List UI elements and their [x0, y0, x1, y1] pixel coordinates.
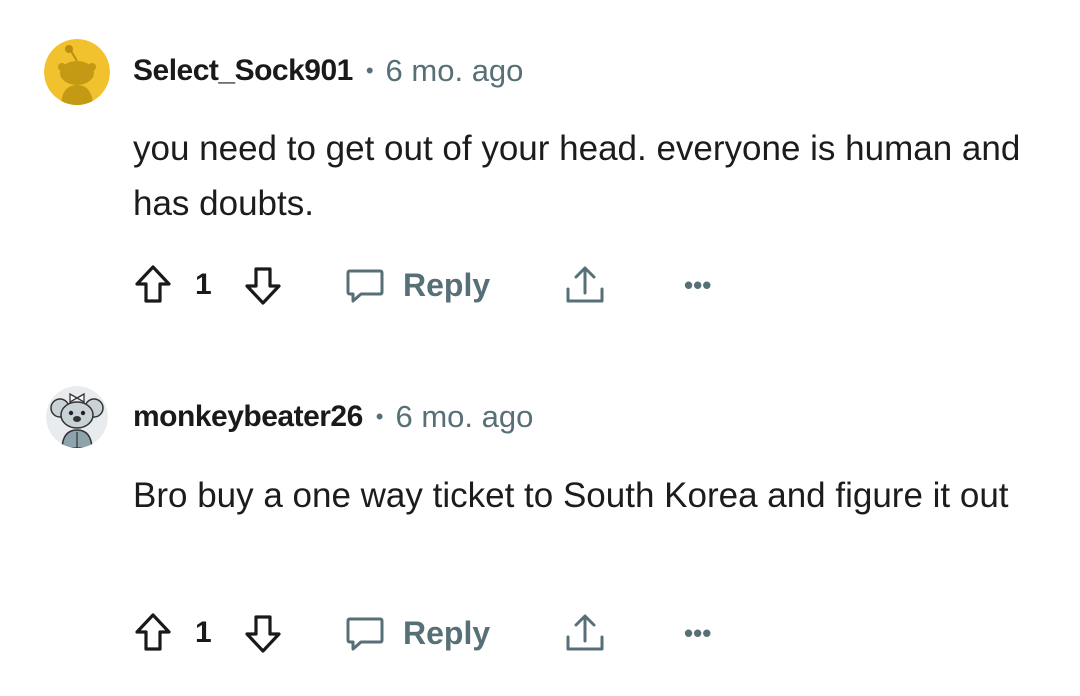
share-button[interactable] — [563, 260, 607, 310]
username[interactable]: Select_Sock901 — [133, 54, 353, 88]
timestamp: 6 mo. ago — [385, 53, 524, 88]
more-options-icon: ••• — [684, 617, 712, 648]
vote-score: 1 — [195, 268, 212, 301]
more-options-button[interactable]: ••• — [684, 608, 711, 658]
share-icon — [566, 614, 604, 651]
downvote-button[interactable] — [243, 608, 283, 658]
upvote-button[interactable] — [133, 608, 173, 658]
comment-actions: 1 Reply ••• — [133, 260, 733, 310]
share-button[interactable] — [563, 608, 607, 658]
reply-bubble-icon — [346, 617, 384, 651]
downvote-arrow-icon — [245, 267, 281, 305]
avatar[interactable] — [44, 39, 110, 105]
reply-button[interactable]: Reply — [345, 608, 490, 658]
comment-text: you need to get out of your head. everyo… — [133, 129, 1021, 223]
share-icon — [566, 266, 604, 303]
username[interactable]: monkeybeater26 — [133, 400, 363, 434]
comment-header: monkeybeater26 • 6 mo. ago — [133, 397, 533, 437]
koala-avatar-icon — [46, 386, 108, 448]
comment-text: Bro buy a one way ticket to South Korea … — [133, 476, 1009, 515]
vote-score: 1 — [195, 616, 212, 649]
comment-actions: 1 Reply ••• — [133, 608, 733, 658]
timestamp: 6 mo. ago — [395, 399, 534, 434]
separator-dot: • — [375, 404, 384, 429]
avatar[interactable] — [46, 386, 108, 448]
more-options-button[interactable]: ••• — [684, 260, 711, 310]
more-options-icon: ••• — [684, 269, 712, 300]
comment-header: Select_Sock901 • 6 mo. ago — [133, 51, 523, 91]
reply-label: Reply — [403, 266, 491, 303]
downvote-arrow-icon — [245, 615, 281, 653]
downvote-button[interactable] — [243, 260, 283, 310]
reply-button[interactable]: Reply — [345, 260, 490, 310]
separator-dot: • — [365, 58, 374, 83]
upvote-arrow-icon — [135, 613, 171, 651]
upvote-arrow-icon — [135, 265, 171, 303]
snoo-avatar-icon — [44, 39, 110, 105]
reply-bubble-icon — [346, 269, 384, 303]
upvote-button[interactable] — [133, 260, 173, 310]
reply-label: Reply — [403, 614, 491, 651]
